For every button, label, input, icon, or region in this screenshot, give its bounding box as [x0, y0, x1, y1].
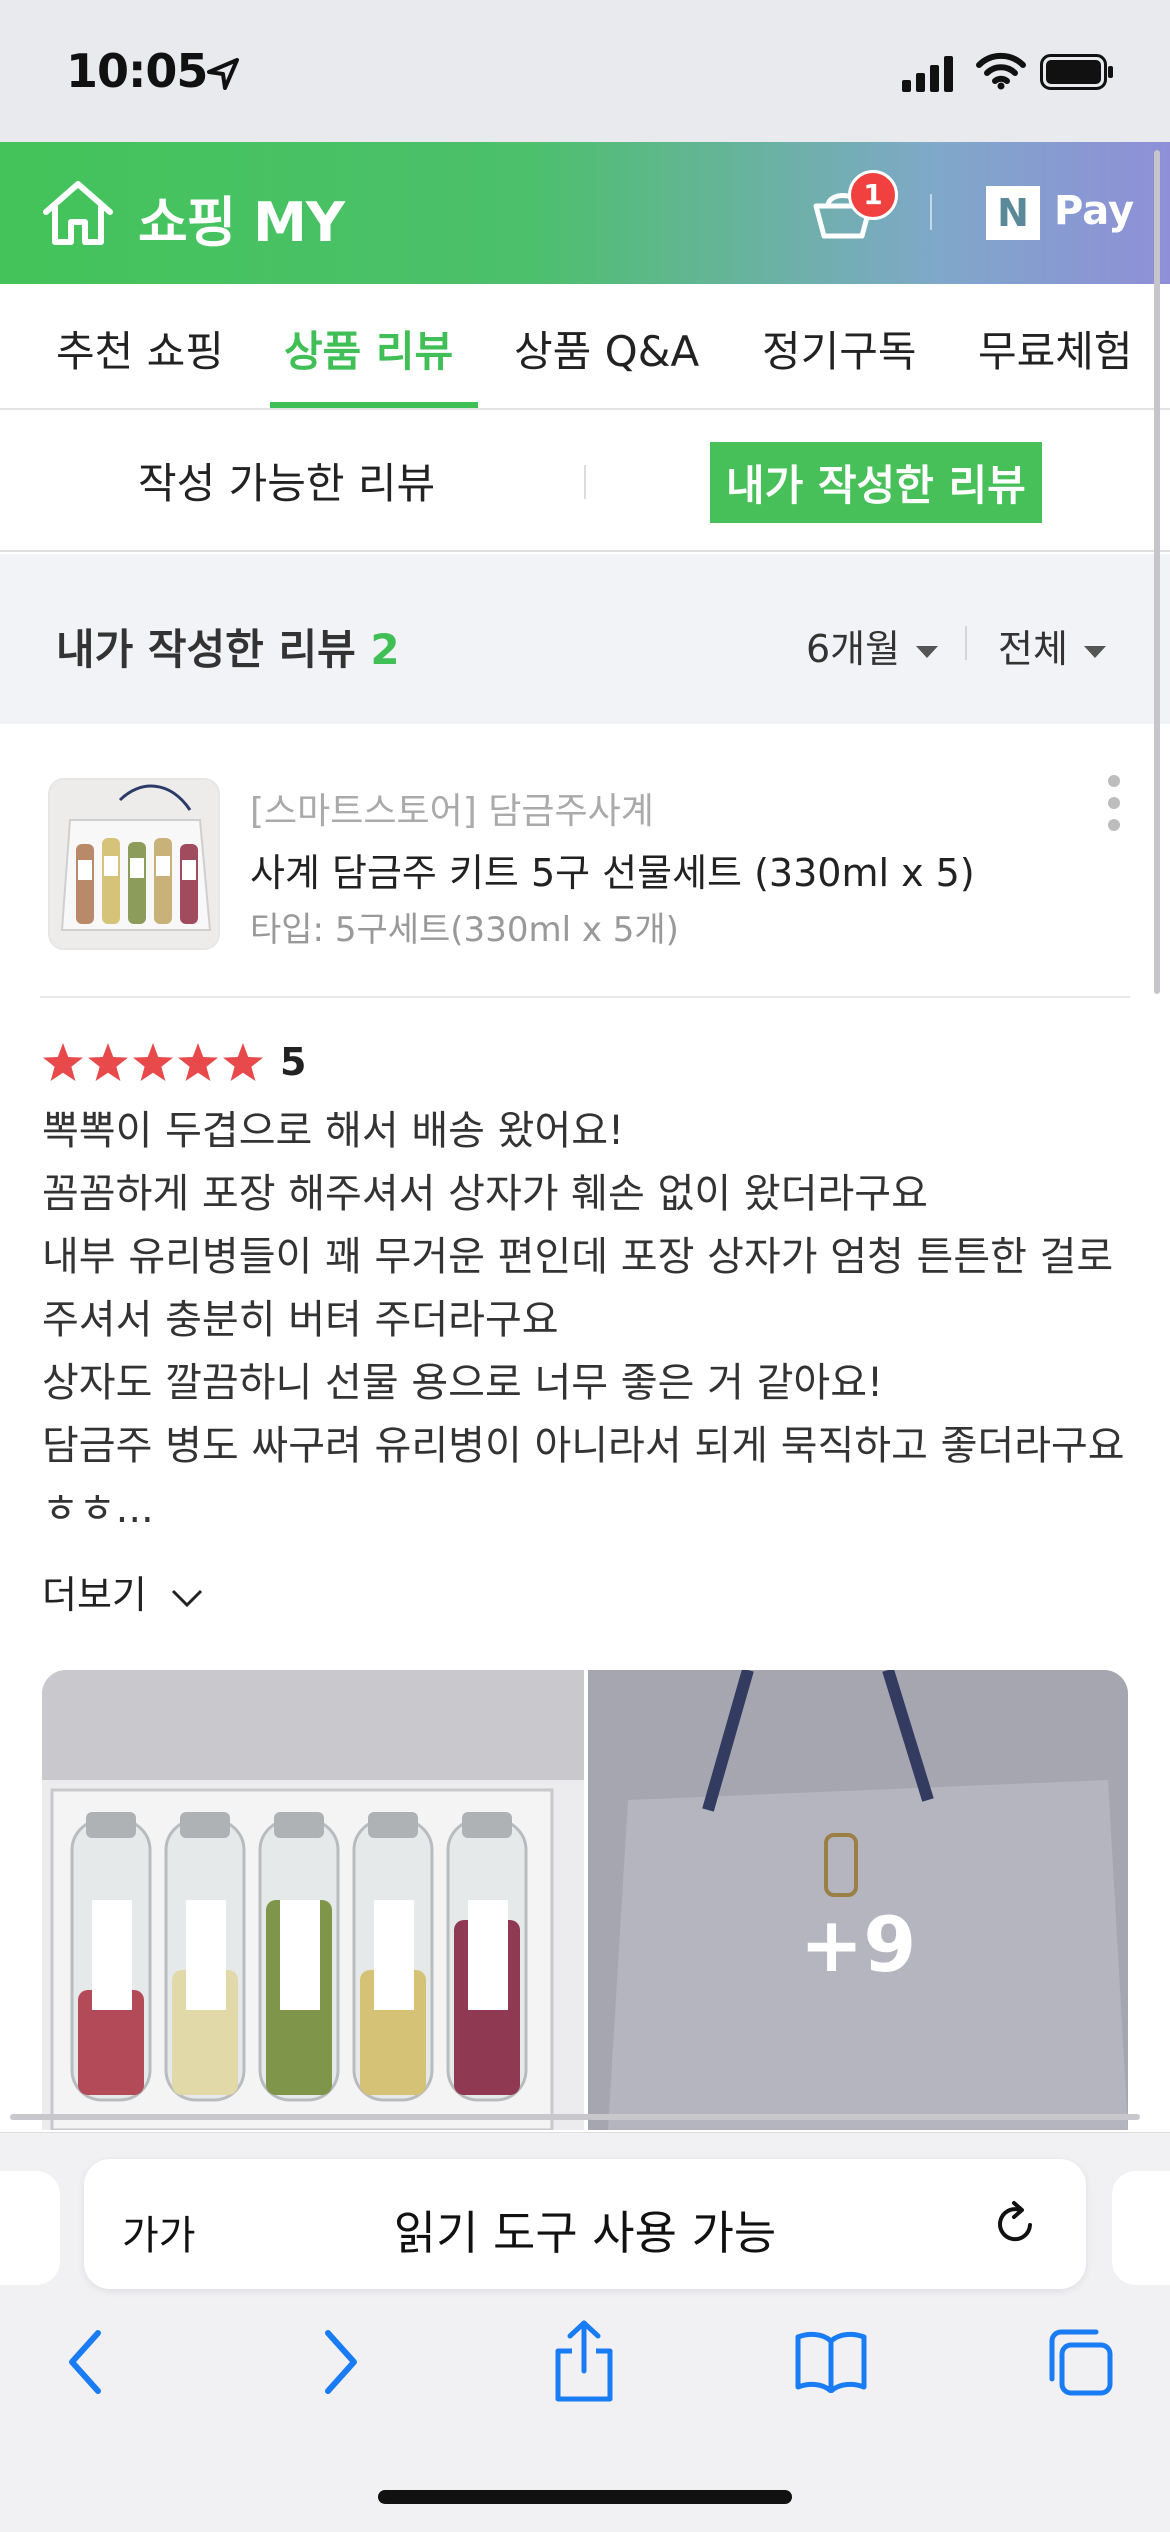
header-divider [930, 194, 932, 230]
type-filter-dropdown[interactable]: 전체 [998, 618, 1106, 673]
review-photo-image [42, 1670, 584, 2130]
tab-free-trial[interactable]: 무료체험 [978, 318, 1133, 379]
review-count-label: 내가 작성한 리뷰 [56, 625, 356, 674]
review-body: 뽁뽁이 두겹으로 해서 배송 왔어요! 꼼꼼하게 포장 해주셔서 상자가 훼손 … [42, 1100, 1132, 1541]
review-photo[interactable] [42, 1670, 584, 2130]
app-header: 쇼핑 MY 1 N Pay [0, 142, 1170, 284]
review-photos: +9 [42, 1670, 1128, 2130]
active-tab-indicator [270, 402, 478, 408]
rating-value: 5 [280, 1040, 307, 1084]
product-thumbnail-image [50, 780, 218, 948]
product-option: 타입: 5구세트(330ml x 5개) [250, 910, 679, 950]
tabs-icon[interactable] [1044, 2327, 1114, 2397]
review-line: 상자도 깔끔하니 선물 용으로 너무 좋은 거 같아요! [42, 1360, 884, 1406]
period-filter-dropdown[interactable]: 6개월 [806, 618, 939, 673]
battery-icon [1040, 54, 1113, 90]
bookmarks-icon[interactable] [794, 2329, 868, 2393]
review-count-number: 2 [370, 625, 400, 674]
status-bar: 10:05 [0, 0, 1170, 142]
tab-recommended-shopping[interactable]: 추천 쇼핑 [56, 318, 224, 379]
share-icon[interactable] [552, 2319, 616, 2403]
product-divider [40, 996, 1130, 998]
next-tab-preview[interactable] [1112, 2171, 1170, 2285]
cart-count-badge: 1 [848, 170, 898, 220]
period-filter-label: 6개월 [806, 627, 901, 671]
caret-down-icon [916, 645, 939, 658]
product-name[interactable]: 사계 담금주 키트 5구 선물세트 (330ml x 5) [250, 842, 975, 897]
safari-bottom-bar: 읽기 도구 사용 가능 가가 [0, 2132, 1170, 2532]
filter-divider [965, 626, 967, 660]
product-info[interactable]: [스마트스토어] 담금주사계 사계 담금주 키트 5구 선물세트 (330ml … [0, 724, 1170, 998]
cellular-signal-icon [902, 56, 953, 92]
home-indicator [378, 2490, 792, 2504]
caret-down-icon [1083, 645, 1106, 658]
star-rating [43, 1043, 263, 1081]
main-tabs: 추천 쇼핑 상품 리뷰 상품 Q&A 정기구독 무료체험 [0, 284, 1170, 410]
more-photos-count: +9 [799, 1900, 917, 1989]
naver-pay-label: Pay [1054, 188, 1135, 234]
review-count-bar: 내가 작성한 리뷰 2 6개월 전체 [0, 554, 1170, 724]
previous-tab-preview[interactable] [0, 2171, 60, 2285]
store-name: [스마트스토어] 담금주사계 [250, 791, 654, 832]
tab-product-qna[interactable]: 상품 Q&A [514, 318, 699, 379]
type-filter-label: 전체 [998, 627, 1068, 671]
review-line: 뽁뽁이 두겹으로 해서 배송 왔어요! [42, 1108, 625, 1154]
sub-tab-divider [584, 465, 586, 499]
back-icon[interactable] [64, 2327, 108, 2397]
home-icon[interactable] [40, 178, 116, 248]
forward-icon[interactable] [318, 2327, 362, 2397]
tab-writable-reviews[interactable]: 작성 가능한 리뷰 [138, 450, 435, 511]
wifi-icon [976, 52, 1026, 90]
text-size-button[interactable]: 가가 [122, 2203, 196, 2261]
tab-my-reviews[interactable]: 내가 작성한 리뷰 [710, 442, 1042, 523]
reader-available-text: 읽기 도구 사용 가능 [393, 2206, 777, 2260]
address-bar[interactable]: 읽기 도구 사용 가능 가가 [84, 2159, 1086, 2289]
review-line: 내부 유리병들이 꽤 무거운 편인데 포장 상자가 엄청 튼튼한 걸로 주셔서 … [42, 1234, 1114, 1343]
status-time: 10:05 [66, 44, 208, 98]
tab-product-reviews[interactable]: 상품 리뷰 [284, 318, 453, 379]
review-sub-tabs: 작성 가능한 리뷰 내가 작성한 리뷰 [0, 410, 1170, 552]
review-line: 꼼꼼하게 포장 해주셔서 상자가 훼손 없이 왔더라구요 [42, 1171, 928, 1217]
reload-icon[interactable] [990, 2199, 1040, 2249]
product-thumbnail[interactable] [48, 778, 220, 950]
review-line: 담금주 병도 싸구려 유리병이 아니라서 되게 묵직하고 좋더라구요 ㅎㅎ... [42, 1423, 1125, 1532]
chevron-down-icon [171, 1589, 203, 1607]
review-photo-more[interactable]: +9 [588, 1670, 1128, 2130]
see-more-button[interactable]: 더보기 [42, 1564, 203, 1619]
horizontal-scrollbar[interactable] [10, 2114, 1140, 2120]
vertical-scrollbar[interactable] [1154, 150, 1160, 994]
see-more-label: 더보기 [42, 1573, 147, 1617]
naver-pay-logo: N [986, 186, 1040, 240]
more-options-icon[interactable] [1106, 774, 1122, 832]
tab-subscription[interactable]: 정기구독 [762, 318, 917, 379]
header-title: 쇼핑 MY [138, 191, 345, 254]
review-count-title: 내가 작성한 리뷰 2 [56, 616, 400, 677]
location-arrow-icon [207, 58, 239, 90]
